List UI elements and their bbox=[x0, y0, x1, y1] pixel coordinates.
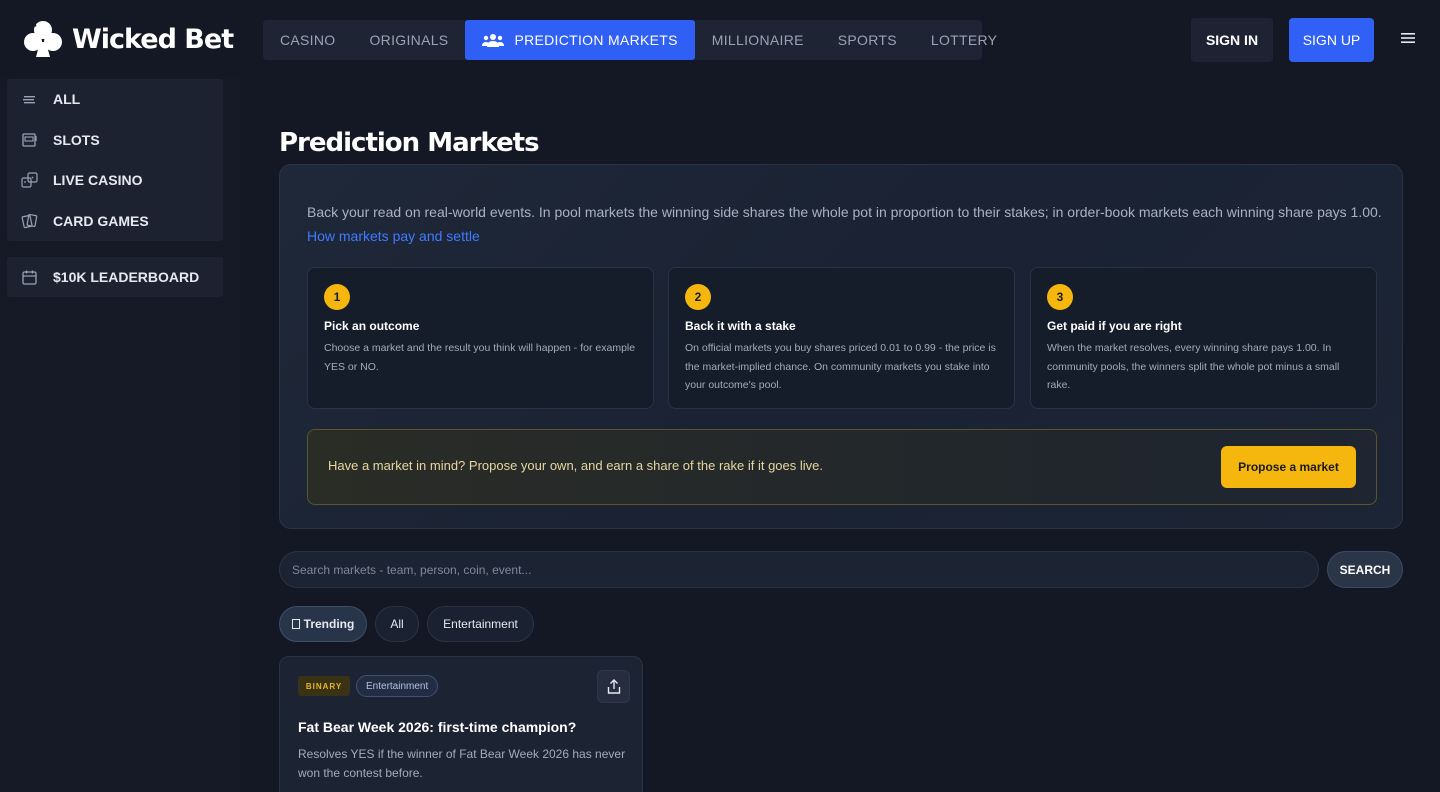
brand-logo[interactable]: Wicked Bet bbox=[22, 20, 234, 58]
how-it-works-panel: Back your read on real-world events. In … bbox=[279, 164, 1403, 529]
calendar-icon bbox=[22, 270, 37, 285]
sidebar-item-live-casino[interactable]: LIVE CASINO bbox=[7, 160, 223, 201]
step-number: 2 bbox=[685, 284, 711, 310]
sign-up-button[interactable]: SIGN UP bbox=[1289, 18, 1374, 62]
market-title: Fat Bear Week 2026: first-time champion? bbox=[298, 719, 577, 735]
sidebar: ALL SLOTS LIVE CASINO CARD GAMES $10K LE… bbox=[0, 79, 240, 792]
sidebar-item-card-games[interactable]: CARD GAMES bbox=[7, 201, 223, 242]
nav-prediction-markets[interactable]: PREDICTION MARKETS bbox=[465, 20, 695, 60]
sidebar-item-label: LIVE CASINO bbox=[53, 172, 143, 189]
share-icon bbox=[607, 679, 620, 694]
step-number: 1 bbox=[324, 284, 350, 310]
filter-entertainment[interactable]: Entertainment bbox=[427, 606, 534, 642]
filter-label: Entertainment bbox=[443, 617, 518, 631]
sign-in-button[interactable]: SIGN IN bbox=[1191, 18, 1273, 62]
step-description: When the market resolves, every winning … bbox=[1047, 342, 1340, 391]
filter-label: All bbox=[390, 617, 404, 631]
step-number: 3 bbox=[1047, 284, 1073, 310]
sidebar-item-leaderboard[interactable]: $10K LEADERBOARD bbox=[7, 257, 223, 297]
nav-lottery[interactable]: LOTTERY bbox=[914, 20, 1014, 60]
main-nav: CASINO ORIGINALS PREDICTION MARKETS MILL… bbox=[263, 20, 997, 60]
sidebar-categories: ALL SLOTS LIVE CASINO CARD GAMES bbox=[7, 79, 223, 241]
top-header: Wicked Bet CASINO ORIGINALS PREDICTION M… bbox=[0, 0, 1440, 79]
sidebar-item-all[interactable]: ALL bbox=[7, 79, 223, 120]
step-card-2: 2 Back it with a stake On official marke… bbox=[668, 267, 1015, 409]
step-card-3: 3 Get paid if you are right When the mar… bbox=[1030, 267, 1377, 409]
filter-trending[interactable]: Trending bbox=[279, 606, 367, 642]
nav-casino[interactable]: CASINO bbox=[263, 20, 352, 60]
market-description: Resolves YES if the winner of Fat Bear W… bbox=[298, 747, 626, 780]
hamburger-menu-icon[interactable] bbox=[1401, 31, 1415, 45]
club-icon bbox=[24, 21, 62, 57]
sidebar-item-label: $10K LEADERBOARD bbox=[53, 269, 200, 285]
users-icon bbox=[482, 34, 505, 47]
nav-originals[interactable]: ORIGINALS bbox=[352, 20, 465, 60]
nav-sports[interactable]: SPORTS bbox=[821, 20, 914, 60]
intro-body: Back your read on real-world events. In … bbox=[307, 204, 1382, 220]
page-title: Prediction Markets bbox=[279, 128, 540, 158]
slot-machine-icon bbox=[22, 133, 37, 147]
step-title: Back it with a stake bbox=[685, 319, 796, 333]
nav-prediction-markets-label: PREDICTION MARKETS bbox=[514, 32, 678, 48]
search-button[interactable]: SEARCH bbox=[1327, 551, 1403, 588]
market-card[interactable]: BINARY Entertainment Fat Bear Week 2026:… bbox=[279, 656, 643, 792]
brand-name: Wicked Bet bbox=[72, 23, 234, 55]
step-title: Get paid if you are right bbox=[1047, 319, 1182, 333]
share-button[interactable] bbox=[597, 670, 630, 703]
market-category-badge: Entertainment bbox=[356, 675, 439, 697]
sidebar-leaderboard-group: $10K LEADERBOARD bbox=[7, 257, 223, 297]
stack-icon bbox=[23, 95, 35, 104]
search-placeholder: Search markets - team, person, coin, eve… bbox=[292, 562, 532, 577]
step-card-1: 1 Pick an outcome Choose a market and th… bbox=[307, 267, 654, 409]
trending-icon bbox=[291, 619, 300, 629]
sidebar-item-label: ALL bbox=[53, 91, 81, 108]
propose-market-button[interactable]: Propose a market bbox=[1221, 446, 1356, 488]
nav-millionaire[interactable]: MILLIONAIRE bbox=[695, 20, 821, 60]
propose-text: Have a market in mind? Propose your own,… bbox=[328, 458, 823, 473]
filter-all[interactable]: All bbox=[375, 606, 419, 642]
intro-text: Back your read on real-world events. In … bbox=[307, 201, 1387, 247]
step-description: On official markets you buy shares price… bbox=[685, 342, 996, 391]
search-input[interactable]: Search markets - team, person, coin, eve… bbox=[279, 551, 1319, 588]
market-type-badge: BINARY bbox=[298, 676, 350, 696]
step-description: Choose a market and the result you think… bbox=[324, 342, 636, 373]
dice-icon bbox=[21, 172, 38, 188]
sidebar-item-slots[interactable]: SLOTS bbox=[7, 120, 223, 161]
sidebar-item-label: SLOTS bbox=[53, 131, 100, 148]
cards-icon bbox=[21, 214, 38, 229]
filter-label: Trending bbox=[303, 617, 355, 631]
settle-info-link[interactable]: How markets pay and settle bbox=[307, 225, 480, 247]
sidebar-item-label: CARD GAMES bbox=[53, 212, 149, 229]
step-title: Pick an outcome bbox=[324, 319, 420, 333]
propose-market-banner: Have a market in mind? Propose your own,… bbox=[307, 429, 1377, 505]
